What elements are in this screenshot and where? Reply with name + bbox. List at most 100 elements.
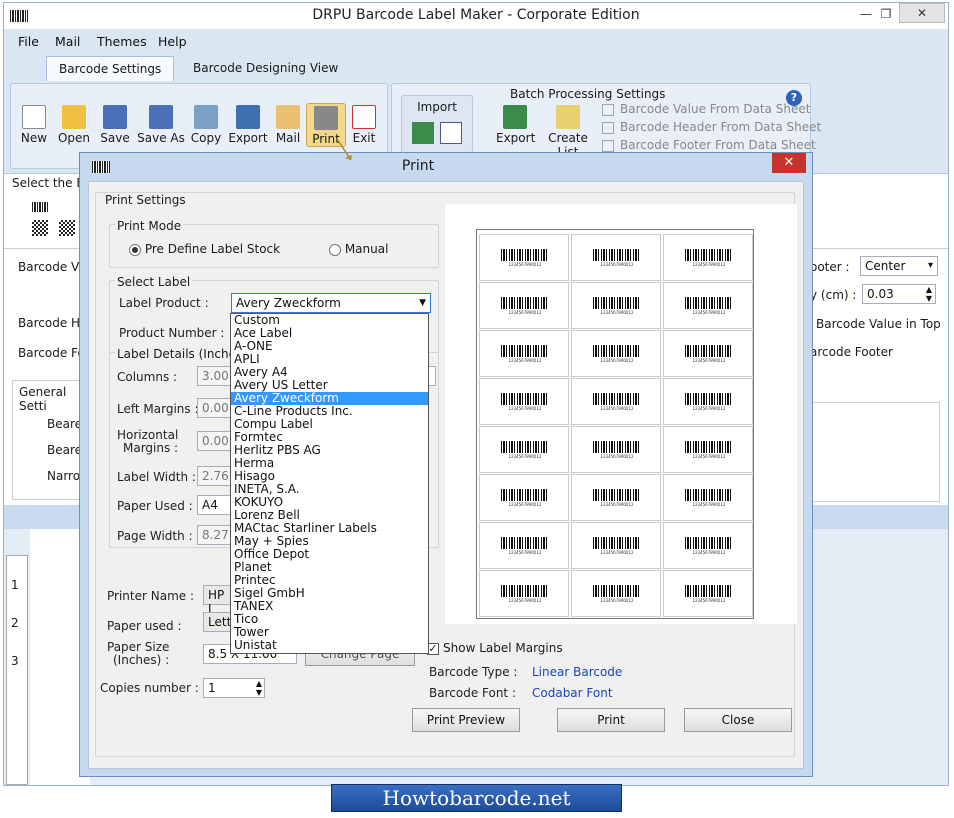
label-width-label: Label Width : [117, 470, 196, 484]
footer-align-select[interactable]: Center ▾ [860, 256, 938, 276]
open-button[interactable]: Open [54, 105, 94, 145]
preview-label-cell: 1234567890012 [663, 234, 753, 281]
export-icon [236, 105, 260, 129]
menu-mail[interactable]: Mail [55, 34, 80, 49]
menu-file[interactable]: File [18, 34, 39, 49]
left-margins-label: Left Margins : [117, 402, 199, 416]
columns-field[interactable]: 3.00 [197, 366, 233, 386]
preview-label-cell: 1234567890012 [663, 570, 753, 617]
save-button[interactable]: Save [95, 105, 135, 145]
new-icon [22, 105, 46, 129]
label-details-title: Label Details (Inche [115, 347, 239, 361]
title-bar: DRPU Barcode Label Maker - Corporate Edi… [4, 3, 948, 29]
export-button[interactable]: Export [228, 105, 268, 145]
barcode-type-value: Linear Barcode [532, 665, 623, 679]
barcode-number: 1234567890012 [692, 406, 726, 411]
show-margins-checkbox[interactable]: ✓ Show Label Margins [427, 641, 563, 655]
barcode-number: 1234567890012 [508, 598, 542, 603]
brand-text: Howtobarcode.net [382, 786, 571, 810]
tab-barcode-designing-view[interactable]: Barcode Designing View [181, 56, 350, 81]
label-option[interactable]: A-ONE [231, 340, 428, 353]
left-margins-field[interactable]: 0.00 [197, 398, 233, 418]
barcode-number: 1234567890012 [508, 262, 542, 267]
print-settings-title: Print Settings [103, 193, 188, 207]
preview-label-cell: 1234567890012 [571, 234, 661, 281]
import-label: Import [417, 100, 457, 114]
printer-name-label: Printer Name : [107, 589, 194, 603]
paper-size-label-2: (Inches) : [113, 653, 170, 667]
mail-icon [276, 105, 300, 129]
close-button[interactable]: Close [684, 708, 792, 732]
select-label-title: Select Label [115, 275, 193, 289]
copy-icon [194, 105, 218, 129]
barcode-number: 1234567890012 [600, 406, 634, 411]
barcode-bars [593, 297, 641, 309]
barcode-bars [501, 393, 549, 405]
cm-label: y (cm) : [810, 288, 857, 302]
barcode-bars [501, 249, 549, 261]
2d-barcode-icon-2[interactable] [59, 220, 75, 236]
horizontal-margins-field[interactable]: 0.00 [197, 431, 233, 451]
import-excel-icon[interactable] [412, 122, 434, 144]
label-product-select[interactable]: Avery Zweckform ▼ [231, 293, 431, 313]
barcode-number: 1234567890012 [508, 358, 542, 363]
2d-barcode-icon[interactable] [32, 220, 48, 236]
page-width-field[interactable]: 8.27 [197, 525, 233, 545]
batch-title: Batch Processing Settings [510, 87, 666, 101]
new-button[interactable]: New [14, 105, 54, 145]
close-dialog-icon[interactable]: ✕ [772, 153, 806, 173]
paper-size-label: Paper Size [107, 640, 170, 654]
import-doc-icon[interactable] [440, 122, 462, 144]
copies-spinner[interactable]: 1 ▲ ▼ [203, 678, 265, 698]
batch-option-footer[interactable]: Barcode Footer From Data Sheet [602, 138, 816, 152]
barcode-bars [593, 489, 641, 501]
print-preview-button[interactable]: Print Preview [412, 708, 520, 732]
batch-option-value[interactable]: Barcode Value From Data Sheet [602, 102, 810, 116]
barcode-number: 1234567890012 [692, 358, 726, 363]
horizontal-margins-label: Horizontal [117, 428, 179, 442]
close-window-icon[interactable]: ✕ [899, 3, 945, 23]
label-option[interactable]: Unistat [231, 639, 428, 652]
paper-used-label: Paper Used : [117, 499, 193, 513]
preview-label-cell: 1234567890012 [571, 378, 661, 425]
restore-icon[interactable]: ❐ [872, 3, 900, 25]
print-button-dialog[interactable]: Print [557, 708, 665, 732]
preview-label-cell: 1234567890012 [571, 474, 661, 521]
paper-used-select[interactable]: A4 [197, 495, 233, 515]
barcode-number: 1234567890012 [600, 358, 634, 363]
barcode-number: 1234567890012 [508, 502, 542, 507]
radio-predefine[interactable]: Pre Define Label Stock [129, 242, 280, 256]
batch-export-icon [503, 105, 527, 129]
save-as-button[interactable]: Save As [136, 105, 186, 145]
menu-help[interactable]: Help [158, 34, 187, 49]
barcode-number: 1234567890012 [692, 598, 726, 603]
narrow-label: Narro [47, 469, 81, 483]
copy-button[interactable]: Copy [186, 105, 226, 145]
label-width-field[interactable]: 2.76 [197, 466, 233, 486]
barcode-bars [501, 537, 549, 549]
preview-label-cell: 1234567890012 [479, 426, 569, 473]
window-title: DRPU Barcode Label Maker - Corporate Edi… [312, 7, 640, 23]
dialog-title: Print [401, 158, 435, 174]
barcode-bars [501, 585, 549, 597]
barcode-number: 1234567890012 [508, 550, 542, 555]
barcode-number: 1234567890012 [692, 262, 726, 267]
mail-button[interactable]: Mail [268, 105, 308, 145]
create-list-button[interactable]: Create List [536, 105, 600, 159]
printer-icon [314, 106, 338, 130]
menu-themes[interactable]: Themes [97, 34, 147, 49]
cm-spinner[interactable]: 0.03 ▲ ▼ [862, 284, 936, 304]
batch-export-button[interactable]: Export [496, 105, 535, 145]
exit-icon [352, 105, 376, 129]
batch-option-header[interactable]: Barcode Header From Data Sheet [602, 120, 821, 134]
barcode-font-label: Barcode Font : [429, 686, 516, 700]
tab-barcode-settings[interactable]: Barcode Settings [46, 56, 175, 81]
barcode-footer-check-label: arcode Footer [810, 345, 893, 359]
barcode-type-label: Barcode Type : [429, 665, 518, 679]
barcode-bars [593, 585, 641, 597]
barcode-number: 1234567890012 [692, 454, 726, 459]
radio-manual[interactable]: Manual [329, 242, 388, 256]
linear-barcode-icon[interactable] [32, 202, 48, 212]
barcode-bars [685, 345, 733, 357]
label-option[interactable]: TANEX [231, 600, 428, 613]
